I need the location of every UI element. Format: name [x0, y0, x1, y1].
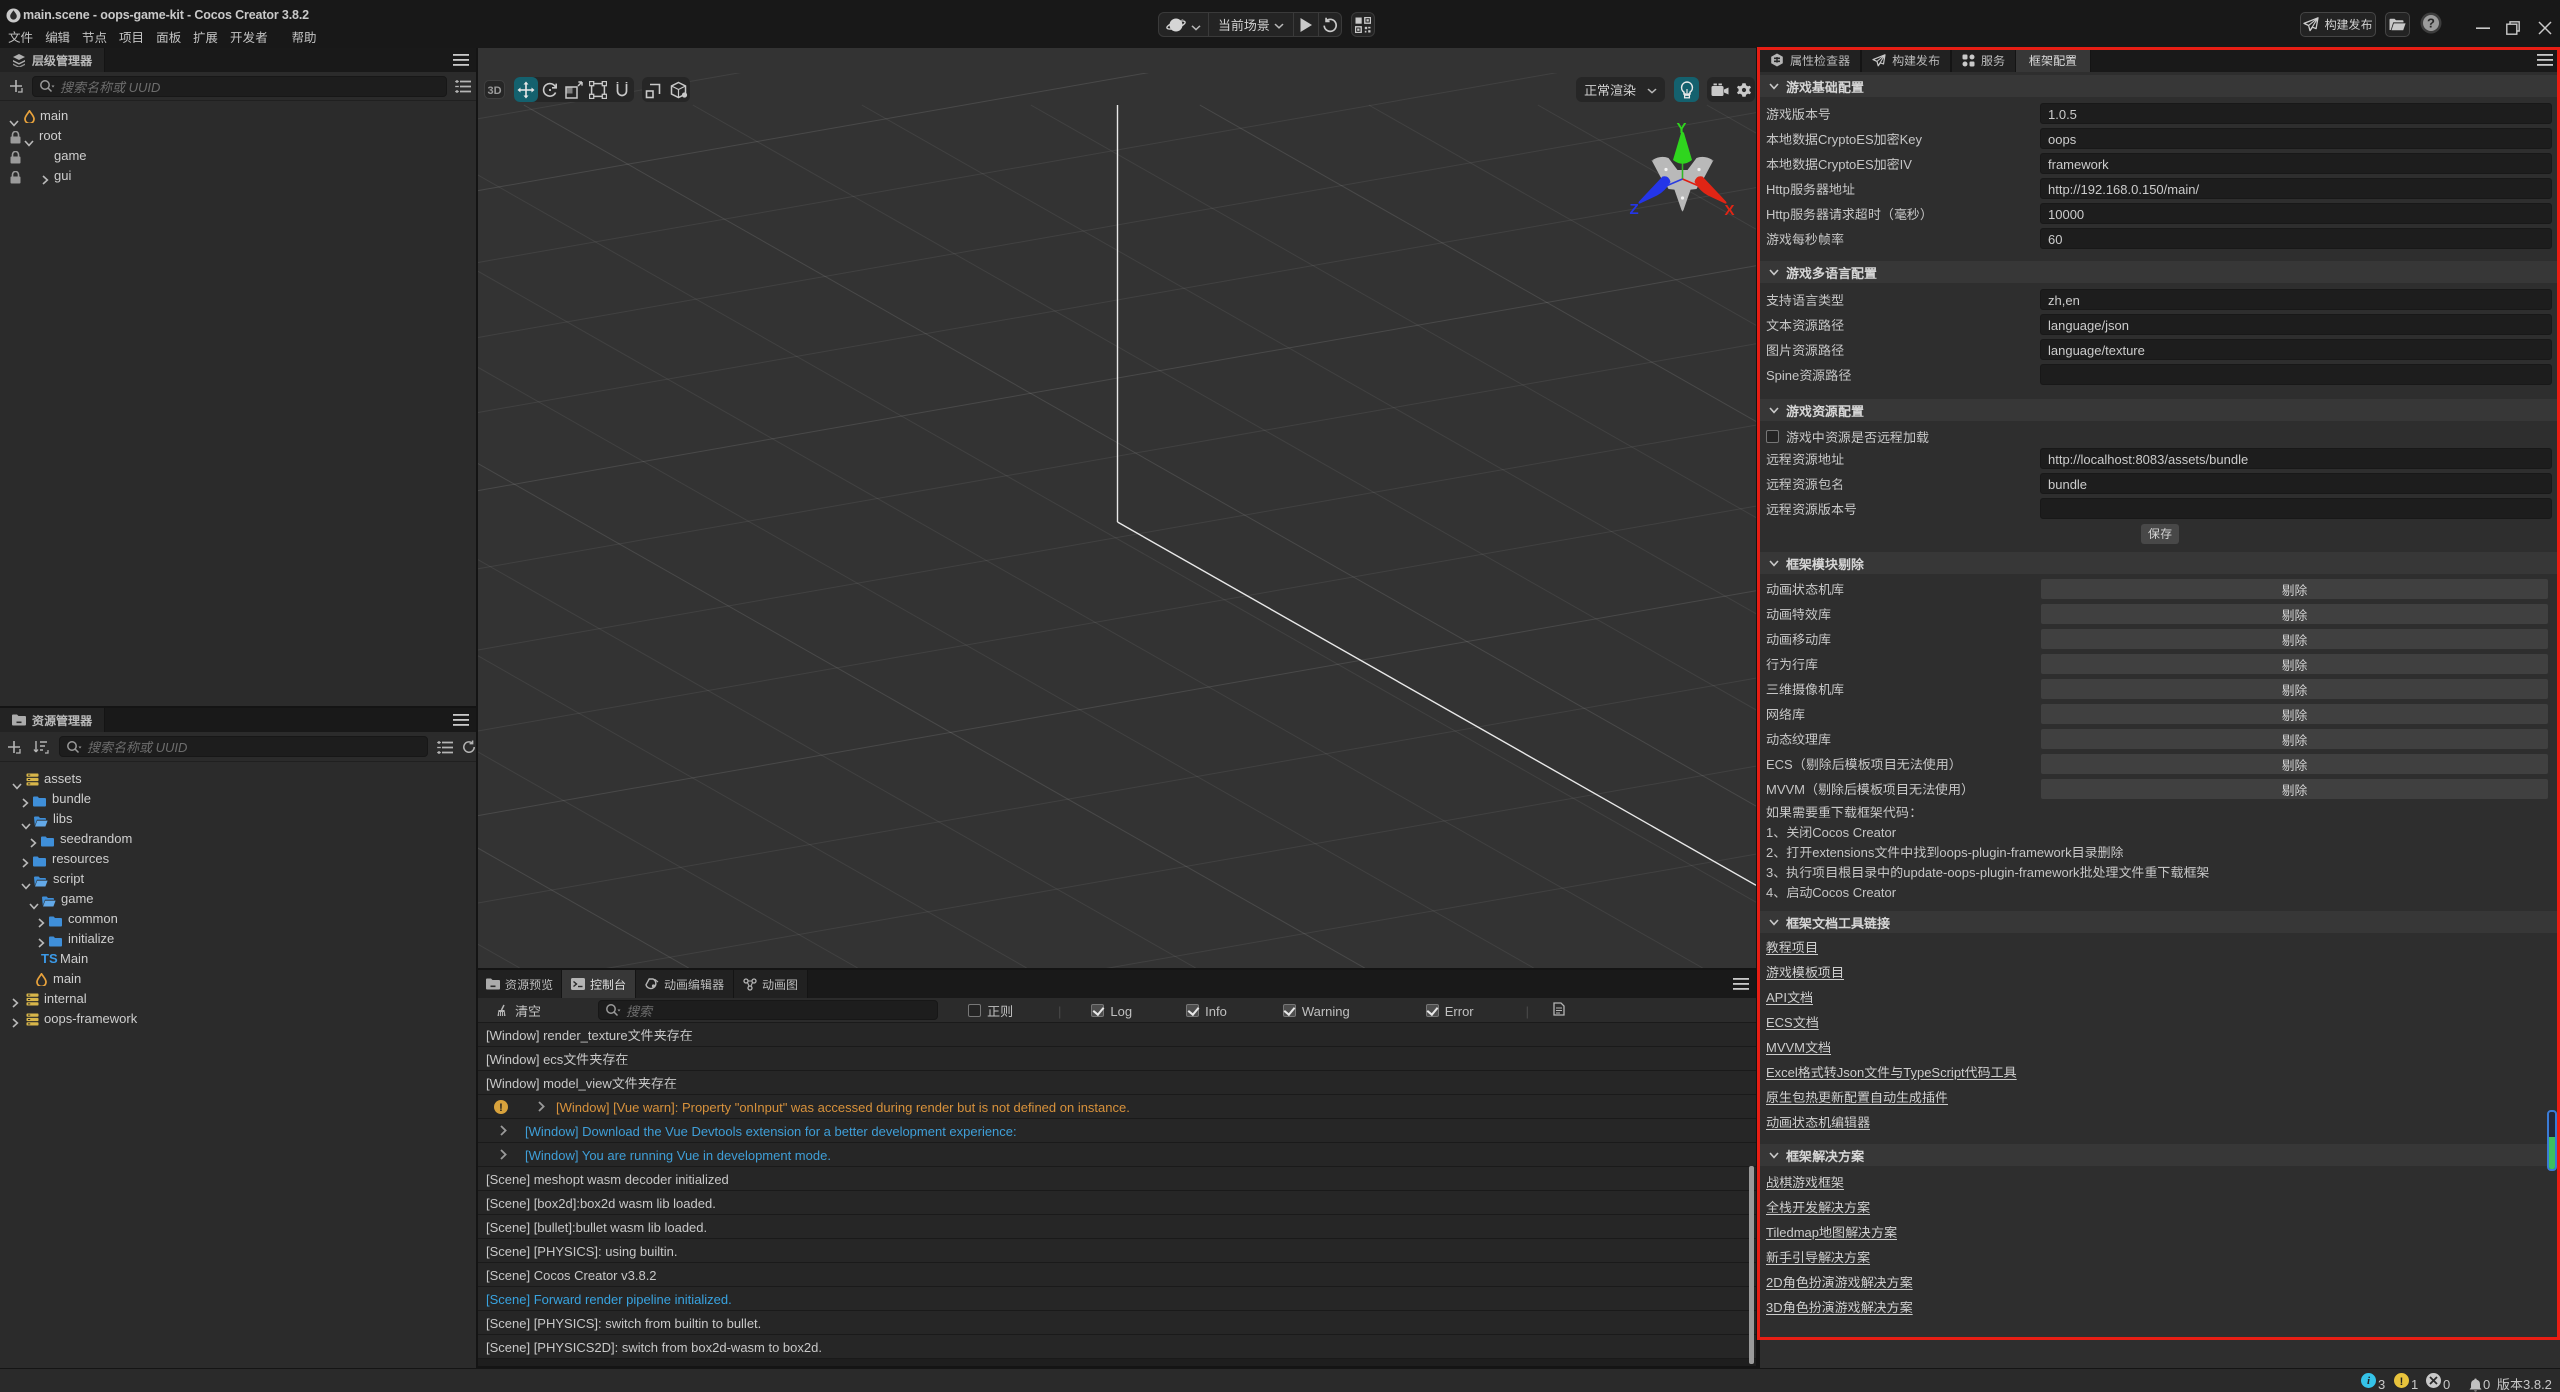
svg-text:?: ? [2427, 15, 2435, 30]
svg-text:Z: Z [1630, 201, 1639, 218]
svg-text:Y: Y [1677, 120, 1687, 137]
svg-text:X: X [1725, 202, 1735, 219]
